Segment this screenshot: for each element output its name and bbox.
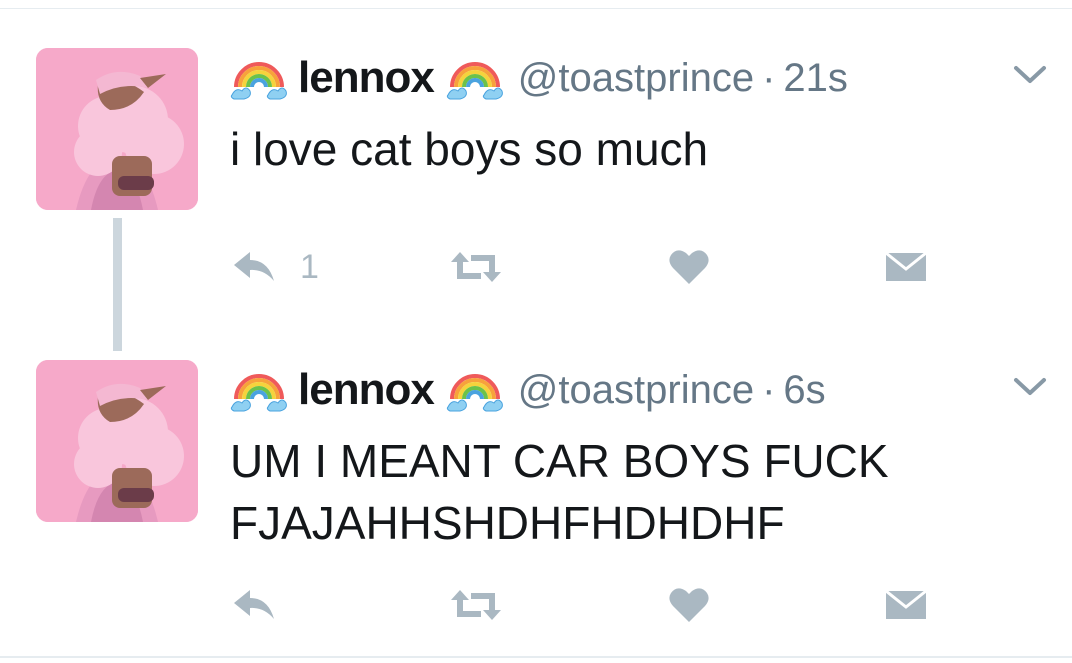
tweet[interactable]: lennox @toastprince · 6s UM I MEANT CAR … — [0, 312, 1072, 622]
tweet-text: UM I MEANT CAR BOYS FUCK FJAJAHHSHDHFHDH… — [230, 435, 889, 549]
chevron-down-icon[interactable] — [1010, 62, 1050, 88]
display-name[interactable]: lennox — [298, 365, 435, 415]
rainbow-icon — [446, 53, 504, 103]
rainbow-icon — [446, 365, 504, 415]
retweet-button[interactable] — [448, 242, 504, 292]
envelope-icon — [885, 251, 927, 281]
reply-button[interactable] — [230, 580, 300, 630]
tweet[interactable]: lennox @toastprince · 21s i love cat boy… — [0, 0, 1072, 310]
avatar[interactable] — [36, 48, 198, 210]
action-bar — [230, 580, 950, 630]
reply-button[interactable]: 1 — [230, 242, 319, 292]
envelope-icon — [885, 589, 927, 619]
avatar[interactable] — [36, 360, 198, 522]
message-button[interactable] — [884, 580, 928, 630]
timestamp[interactable]: 6s — [783, 368, 825, 413]
like-button[interactable] — [667, 242, 711, 292]
retweet-icon — [451, 252, 501, 282]
tweet-header: lennox @toastprince · 6s — [230, 360, 826, 420]
timestamp[interactable]: 21s — [783, 56, 848, 101]
action-bar: 1 — [230, 242, 950, 292]
display-name[interactable]: lennox — [298, 53, 435, 103]
message-button[interactable] — [884, 242, 928, 292]
tweet-header: lennox @toastprince · 21s — [230, 48, 848, 108]
rainbow-icon — [230, 53, 288, 103]
separator-dot: · — [762, 367, 776, 412]
like-button[interactable] — [667, 580, 711, 630]
user-handle[interactable]: @toastprince — [518, 368, 754, 413]
rainbow-icon — [230, 365, 288, 415]
heart-icon — [669, 588, 709, 622]
retweet-icon — [451, 590, 501, 620]
separator-dot: · — [762, 55, 776, 100]
reply-count: 1 — [300, 247, 319, 286]
tweet-text: i love cat boys so much — [230, 123, 709, 175]
reply-icon — [234, 252, 274, 281]
reply-icon — [234, 590, 274, 619]
heart-icon — [669, 250, 709, 284]
user-handle[interactable]: @toastprince — [518, 56, 754, 101]
chevron-down-icon[interactable] — [1010, 374, 1050, 400]
bottom-divider — [0, 656, 1072, 658]
retweet-button[interactable] — [448, 580, 504, 630]
